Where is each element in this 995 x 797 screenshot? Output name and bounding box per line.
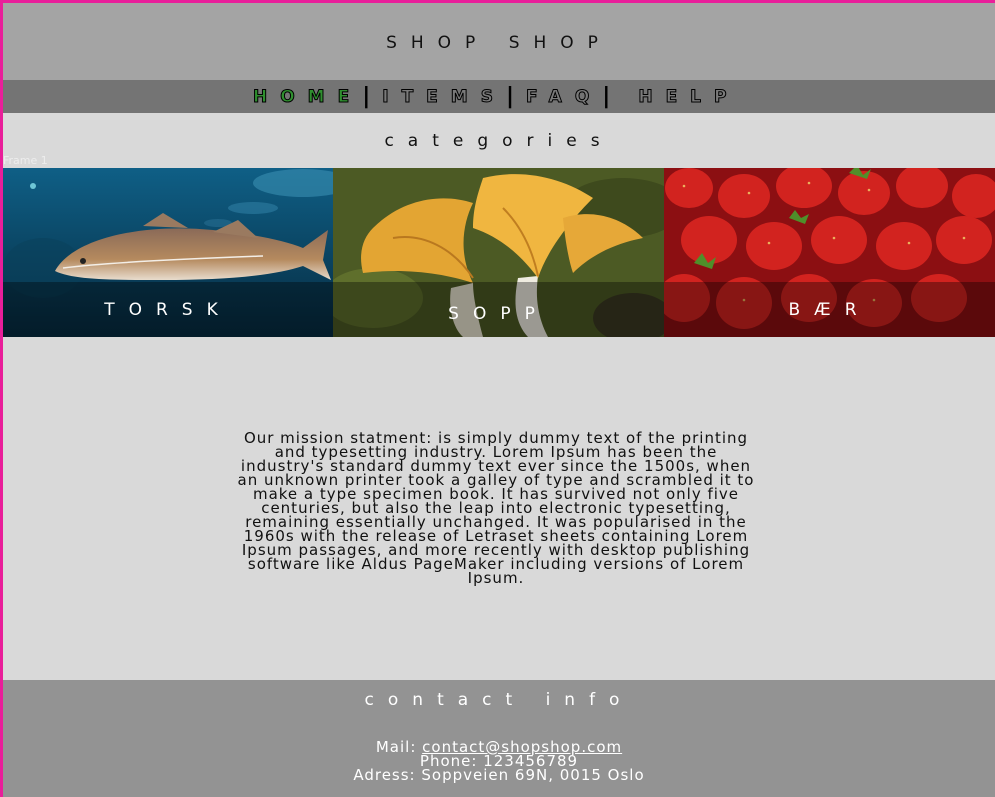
footer: contact info Mail: contact@shopshop.com … [3, 680, 995, 797]
contact-details: Mail: contact@shopshop.com Phone: 123456… [3, 738, 995, 784]
category-label-torsk: TORSK [104, 300, 232, 320]
frame-label: Frame 1 [3, 154, 48, 167]
site-title: SHOP SHOP [386, 33, 612, 53]
mail-label: Mail: [375, 738, 423, 756]
nav-item-help[interactable]: HELP [638, 86, 739, 107]
nav-item-faq[interactable]: FAQ [526, 86, 602, 107]
nav-separator: | [362, 84, 371, 109]
address-line: Adress: Soppveien 69N, 0015 Oslo [353, 766, 645, 784]
category-grid: TORSK SOPP BÆR [3, 168, 995, 337]
category-card-baer[interactable]: BÆR [664, 168, 995, 337]
categories-heading: categories [384, 131, 614, 151]
nav-bar: HOME | ITEMS | FAQ | HELP [3, 80, 995, 113]
nav-item-items[interactable]: ITEMS [382, 86, 506, 107]
mission-statement: Our mission statment: is simply dummy te… [237, 429, 755, 587]
category-card-sopp[interactable]: SOPP [333, 168, 664, 337]
header: SHOP SHOP [3, 3, 995, 80]
category-label-baer: BÆR [788, 300, 871, 320]
category-label-sopp: SOPP [448, 304, 549, 324]
contact-heading: contact info [364, 690, 634, 710]
nav-separator: | [505, 84, 515, 109]
nav-item-home[interactable]: HOME [252, 86, 362, 107]
nav-separator: | [602, 84, 611, 109]
nav-items: HOME | ITEMS | FAQ | HELP [252, 80, 739, 113]
category-card-torsk[interactable]: TORSK [3, 168, 333, 337]
page-frame: SHOP SHOP HOME | ITEMS | FAQ | HELP cate… [3, 3, 995, 797]
